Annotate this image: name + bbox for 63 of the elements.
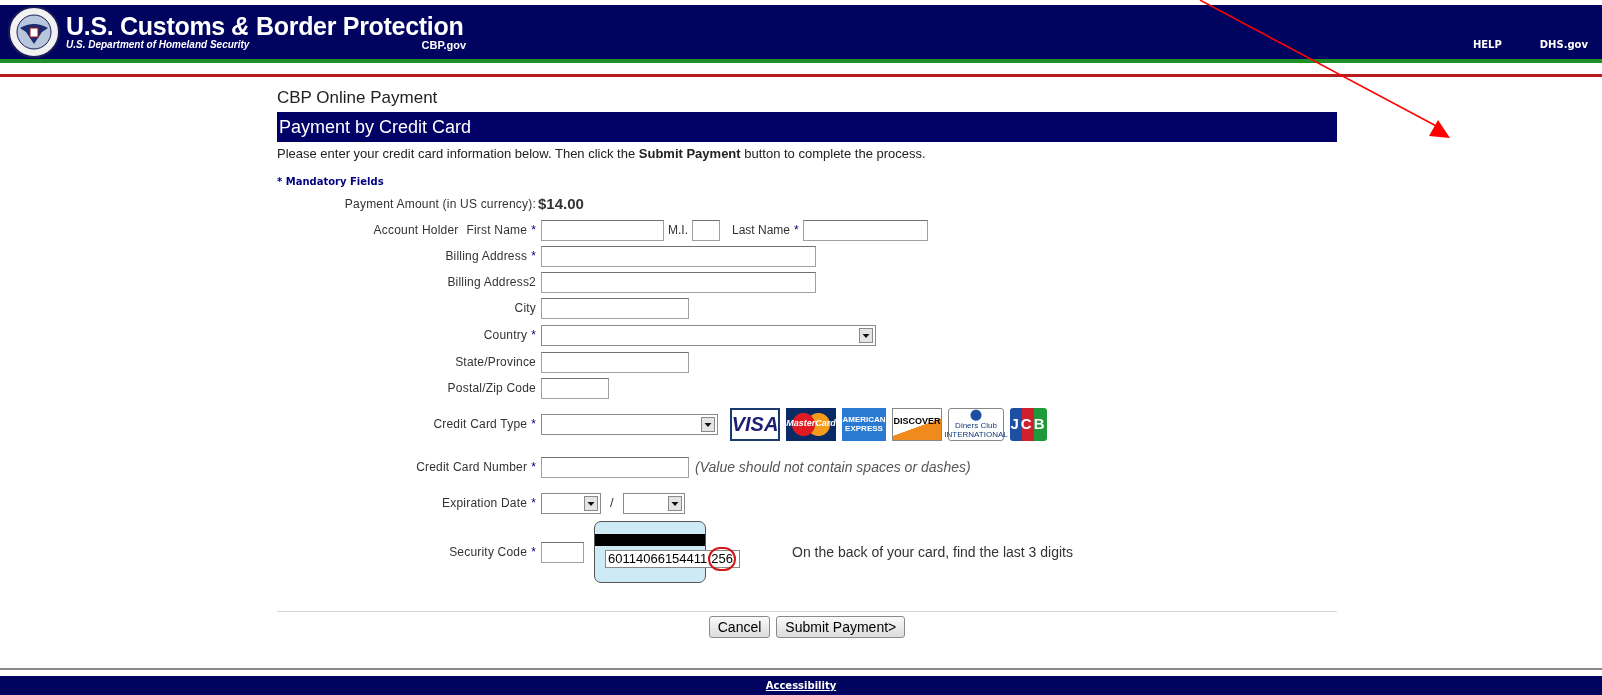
form-button[interactable]: Cancel [708, 616, 771, 638]
text-field[interactable] [541, 351, 689, 373]
form-button[interactable]: Submit Payment> [776, 616, 906, 638]
field-label: Postal/Zip Code [447, 380, 536, 397]
text-field[interactable] [802, 219, 928, 241]
mandatory-fields-note: * Mandatory Fields [277, 175, 385, 189]
field-label: City [514, 300, 536, 317]
emblem-icon [8, 6, 60, 58]
field-label: Expiration Date [442, 495, 528, 512]
field-label: State/Province [455, 354, 536, 371]
security-code-text: 256 [708, 547, 736, 571]
field-label: Account Holder [373, 222, 459, 239]
page-title: CBP Online Payment [277, 87, 439, 109]
instructions-text: Please enter your credit card information below. Then click the Submit Payment button to complete the process. [277, 145, 927, 163]
dropdown-select[interactable] [622, 492, 685, 514]
required-asterisk: * [531, 459, 536, 476]
required-asterisk: * [531, 544, 536, 561]
security-code-hint: On the back of your card, find the last 3 digits [792, 542, 1073, 562]
text-field[interactable] [692, 219, 720, 241]
field-label: Last Name [732, 222, 791, 239]
required-asterisk: * [531, 327, 536, 344]
field-label: Credit Card Number [416, 459, 528, 476]
field-label: Security Code [449, 544, 528, 561]
card-number-text: 60114066154411 [608, 550, 708, 569]
dropdown-select[interactable] [541, 492, 601, 514]
field-label: Payment Amount (in US currency): [344, 196, 536, 213]
caret-icon [667, 495, 682, 511]
dropdown-select[interactable] [541, 413, 718, 435]
card-brand-logo: AMERICAN EXPRESS [842, 407, 886, 441]
card-brand-logo: VISA [730, 407, 780, 441]
field-label: Country [483, 327, 528, 344]
site-subtitle: U.S. Department of Homeland Security [66, 40, 250, 50]
text-field[interactable] [541, 541, 584, 563]
payment-amount: $14.00 [538, 193, 584, 214]
field-note: (Value should not contain spaces or dashes) [695, 457, 971, 477]
text-field[interactable] [541, 271, 816, 293]
text-field[interactable] [541, 297, 689, 319]
header-link[interactable]: DHS.gov [1539, 36, 1588, 52]
required-asterisk: * [531, 222, 536, 239]
field-label: Billing Address [445, 248, 528, 265]
caret-icon [701, 416, 715, 432]
field-label: M.I. [668, 222, 688, 239]
required-asterisk: * [531, 495, 536, 512]
dropdown-select[interactable] [541, 324, 876, 346]
accessibility-link[interactable]: Accessibility [765, 678, 837, 693]
caret-icon [584, 495, 598, 511]
text-field[interactable] [541, 245, 816, 267]
text-field[interactable] [541, 219, 664, 241]
text-field[interactable] [541, 377, 609, 399]
field-label: Credit Card Type [433, 416, 528, 433]
section-title-bar: Payment by Credit Card [277, 112, 1337, 142]
site-domain: CBP.gov [421, 39, 466, 51]
date-separator: / [610, 494, 614, 513]
text-field[interactable] [541, 456, 689, 478]
card-brand-logo: DISCOVER [892, 407, 942, 441]
header-link[interactable]: HELP [1472, 36, 1502, 52]
field-label: Billing Address2 [447, 274, 536, 291]
caret-icon [859, 327, 873, 343]
required-asterisk: * [531, 248, 536, 265]
required-asterisk: * [794, 222, 799, 239]
field-label: First Name [466, 222, 528, 239]
site-title: U.S. Customs & Border Protection [66, 13, 464, 39]
required-asterisk: * [531, 416, 536, 433]
